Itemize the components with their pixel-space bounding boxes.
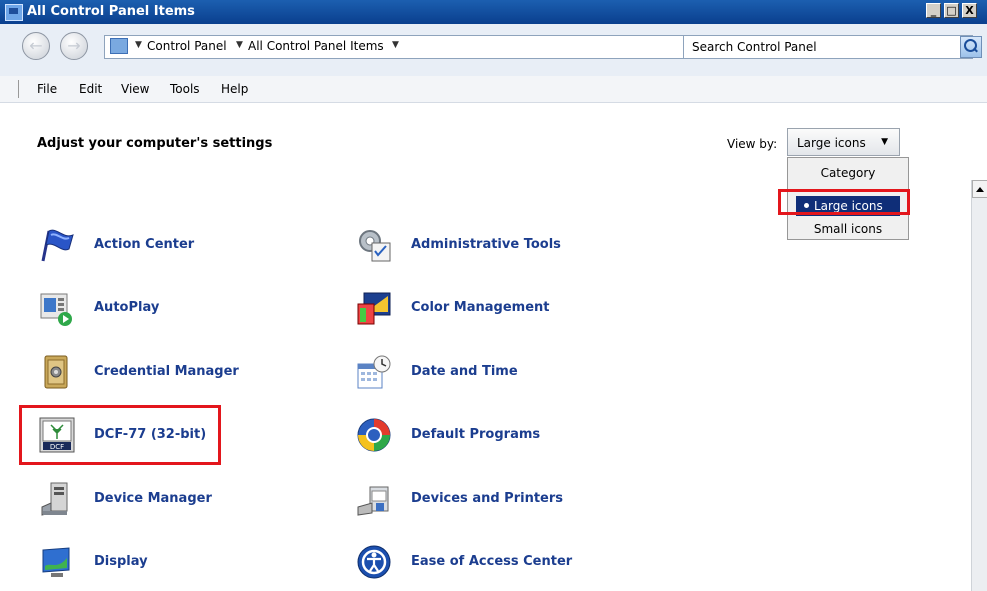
- menu-tools[interactable]: Tools: [170, 82, 200, 96]
- back-button[interactable]: ←: [22, 32, 50, 60]
- item-credential-manager[interactable]: Credential Manager: [39, 354, 299, 394]
- credential-manager-vault-icon: [44, 355, 68, 389]
- administrative-tools-icon: [359, 230, 391, 262]
- item-color-management[interactable]: Color Management: [356, 290, 676, 330]
- highlight-large-icons: [778, 189, 910, 215]
- view-by-label: View by:: [727, 137, 778, 151]
- item-administrative-tools[interactable]: Administrative Tools: [356, 227, 676, 267]
- page-heading: Adjust your computer's settings: [37, 136, 273, 151]
- item-action-center[interactable]: Action Center: [39, 227, 299, 267]
- forward-button[interactable]: →: [60, 32, 88, 60]
- item-label: Device Manager: [94, 491, 212, 506]
- view-option-category[interactable]: Category: [796, 163, 900, 183]
- control-panel-location-icon: [110, 38, 128, 54]
- item-default-programs[interactable]: Default Programs: [356, 417, 676, 457]
- highlight-dcf77: [19, 405, 221, 465]
- search-input[interactable]: Search Control Panel: [683, 35, 973, 59]
- search-icon[interactable]: [960, 36, 982, 58]
- display-icon: [42, 547, 70, 577]
- ease-of-access-icon: [357, 545, 391, 579]
- address-toolbar: ← → ▼ Control Panel ▼ All Control Panel …: [0, 24, 987, 76]
- menu-file[interactable]: File: [37, 82, 57, 96]
- scroll-up-button[interactable]: [972, 180, 987, 198]
- breadcrumb-all-items[interactable]: All Control Panel Items: [248, 39, 384, 53]
- control-panel-app-icon: [5, 4, 23, 21]
- menu-edit[interactable]: Edit: [79, 82, 102, 96]
- item-autoplay[interactable]: AutoPlay: [39, 290, 299, 330]
- default-programs-icon: [357, 418, 391, 452]
- breadcrumb-separator-icon[interactable]: ▼: [392, 40, 399, 50]
- content-area: Adjust your computer's settings View by:…: [0, 103, 970, 591]
- item-label: Devices and Printers: [411, 491, 564, 506]
- menu-separator: [18, 80, 19, 98]
- view-by-dropdown[interactable]: Large icons ▼: [787, 128, 900, 156]
- vertical-scrollbar[interactable]: [971, 180, 987, 591]
- autoplay-icon: [40, 293, 72, 326]
- color-management-icon: [357, 292, 391, 325]
- action-center-flag-icon: [41, 229, 74, 262]
- view-option-small-icons[interactable]: Small icons: [796, 219, 900, 239]
- window-title: All Control Panel Items: [27, 4, 195, 19]
- item-label: Color Management: [411, 300, 550, 315]
- item-display[interactable]: Display: [39, 544, 299, 584]
- item-label: Administrative Tools: [411, 237, 561, 252]
- item-label: Default Programs: [411, 427, 541, 442]
- breadcrumb-control-panel[interactable]: Control Panel: [147, 39, 227, 53]
- item-label: Display: [94, 554, 148, 569]
- maximize-button[interactable]: □: [944, 3, 959, 18]
- item-label: Credential Manager: [94, 364, 239, 379]
- close-button[interactable]: X: [962, 3, 977, 18]
- item-ease-of-access[interactable]: Ease of Access Center: [356, 544, 676, 584]
- item-label: AutoPlay: [94, 300, 160, 315]
- menu-view[interactable]: View: [121, 82, 149, 96]
- item-label: Date and Time: [411, 364, 518, 379]
- item-devices-and-printers[interactable]: Devices and Printers: [356, 481, 676, 521]
- device-manager-icon: [41, 482, 68, 516]
- menu-bar: File Edit View Tools Help: [0, 76, 987, 103]
- item-date-and-time[interactable]: Date and Time: [356, 354, 676, 394]
- breadcrumb-separator-icon[interactable]: ▼: [236, 40, 243, 50]
- menu-help[interactable]: Help: [221, 82, 248, 96]
- item-label: Action Center: [94, 237, 195, 252]
- date-time-icon: [357, 355, 391, 389]
- item-device-manager[interactable]: Device Manager: [39, 481, 299, 521]
- devices-printers-icon: [357, 486, 389, 516]
- title-bar: All Control Panel Items _ □ X: [0, 0, 987, 24]
- view-by-value: Large icons: [797, 136, 866, 150]
- address-field[interactable]: ▼ Control Panel ▼ All Control Panel Item…: [104, 35, 770, 59]
- breadcrumb-separator-icon[interactable]: ▼: [135, 40, 142, 50]
- minimize-button[interactable]: _: [926, 3, 941, 18]
- chevron-down-icon: ▼: [881, 137, 888, 147]
- item-label: Ease of Access Center: [411, 554, 573, 569]
